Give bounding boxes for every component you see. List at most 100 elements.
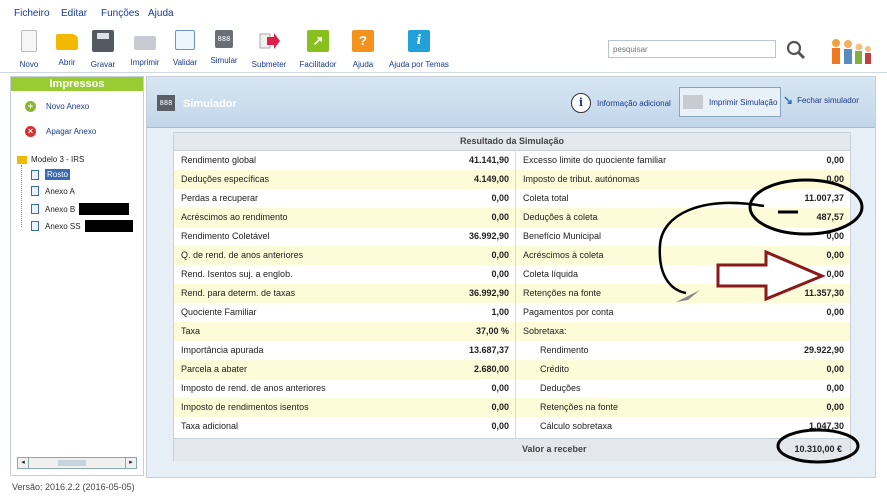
result-value: 0,00: [491, 383, 509, 393]
scroll-right-icon[interactable]: ▸: [125, 458, 136, 468]
result-row: Imposto de tribut. autónomas 0,00: [516, 170, 850, 189]
result-value: 13.687,37: [468, 345, 509, 355]
tree-item-anexo-b[interactable]: Anexo B: [31, 203, 130, 215]
help-by-topics-button[interactable]: i Ajuda por Temas: [387, 30, 451, 69]
result-value: 2.680,00: [473, 364, 509, 374]
result-label: Benefício Municipal: [523, 231, 602, 241]
result-row: Retenções na fonte 0,00: [516, 398, 850, 417]
result-row: Taxa adicional 0,00: [174, 417, 515, 436]
help-label: Ajuda: [352, 60, 374, 69]
result-row: Pagamentos por conta 0,00: [516, 303, 850, 322]
redaction-bar: [84, 220, 133, 232]
print-button[interactable]: Imprimir: [129, 30, 161, 67]
submit-arrow-icon: [258, 30, 280, 52]
result-row: Acréscimos ao rendimento 0,00: [174, 208, 515, 227]
delete-annex-button[interactable]: × Apagar Anexo: [25, 126, 96, 137]
menu-bar: Ficheiro Editar Funções Ajuda: [0, 0, 887, 22]
result-value: 0,00: [491, 402, 509, 412]
result-label: Imposto de rendimentos isentos: [181, 402, 309, 412]
result-label: Perdas a recuperar: [181, 193, 259, 203]
scroll-left-icon[interactable]: ◂: [18, 458, 29, 468]
save-disk-icon: [92, 30, 114, 52]
result-value: 36.992,90: [468, 231, 509, 241]
result-value: 0,00: [826, 269, 844, 279]
simulator-title: Simulador: [183, 98, 237, 110]
result-label: Parcela a abater: [181, 364, 248, 374]
help-by-topics-label: Ajuda por Temas: [389, 60, 449, 69]
simulate-calculator-icon: 888: [215, 30, 233, 48]
validate-button[interactable]: Validar: [172, 30, 198, 67]
total-row: Valor a receber 10.310,00 €: [174, 438, 850, 461]
simulate-button[interactable]: 888 Simular: [210, 30, 238, 65]
result-label: Imposto de rend. de anos anteriores: [181, 383, 326, 393]
new-annex-label: Novo Anexo: [46, 102, 90, 111]
result-row: Rendimento Coletável 36.992,90: [174, 227, 515, 246]
tree-line: [21, 165, 23, 227]
facilitator-button[interactable]: ↗ Facilitador: [299, 30, 337, 69]
close-simulator-button[interactable]: ↘ Fechar simulador: [783, 93, 859, 107]
submit-button[interactable]: Submeter: [251, 30, 287, 69]
menu-funcoes[interactable]: Funções: [101, 8, 139, 19]
result-label: Taxa: [181, 326, 201, 336]
printer-icon: [683, 95, 703, 109]
result-value: 4.149,00: [473, 174, 509, 184]
form-file-icon: [31, 221, 39, 231]
result-row: Crédito 0,00: [516, 360, 850, 379]
result-row: Deduções 0,00: [516, 379, 850, 398]
result-label: Retenções na fonte: [540, 402, 619, 412]
results-panel: Resultado da Simulação Rendimento global…: [173, 132, 851, 461]
result-label: Pagamentos por conta: [523, 307, 614, 317]
menu-ajuda[interactable]: Ajuda: [148, 8, 174, 19]
additional-info-button[interactable]: i Informação adicional: [571, 93, 671, 113]
result-value: 11.007,37: [804, 193, 844, 203]
info-icon: i: [408, 30, 430, 52]
result-row: Acréscimos à coleta 0,00: [516, 246, 850, 265]
search-icon[interactable]: [786, 40, 806, 60]
validate-checklist-icon: [175, 30, 195, 50]
open-button[interactable]: Abrir: [53, 30, 81, 67]
result-label: Taxa adicional: [181, 421, 239, 431]
new-button[interactable]: Novo: [18, 30, 40, 69]
result-row: Rend. para determ. de taxas 36.992,90: [174, 284, 515, 303]
scroll-thumb[interactable]: [58, 460, 86, 466]
open-label: Abrir: [58, 58, 76, 67]
submit-label: Submeter: [251, 60, 287, 69]
simulator-calculator-icon: 888: [157, 95, 175, 111]
tree-item-anexo-a[interactable]: Anexo A: [31, 186, 75, 196]
help-button[interactable]: ? Ajuda: [350, 30, 376, 69]
help-question-icon: ?: [352, 30, 374, 52]
horizontal-scrollbar[interactable]: ◂ ▸: [17, 457, 137, 469]
print-simulation-label: Imprimir Simulação: [709, 97, 778, 107]
result-label: Acréscimos ao rendimento: [181, 212, 288, 222]
result-value: 37,00 %: [475, 326, 509, 336]
menu-editar[interactable]: Editar: [61, 8, 87, 19]
family-people-icon: [828, 37, 872, 65]
new-document-icon: [21, 30, 37, 52]
forms-panel-title: Impressos: [11, 77, 143, 91]
save-button[interactable]: Gravar: [89, 30, 117, 69]
result-value: 0,00: [491, 250, 509, 260]
menu-ficheiro[interactable]: Ficheiro: [14, 8, 50, 19]
version-label: Versão: 2016.2.2 (2016-05-05): [12, 482, 135, 492]
result-row: Imposto de rendimentos isentos 0,00: [174, 398, 515, 417]
result-value: 0,00: [826, 155, 844, 165]
result-row: Deduções específicas 4.149,00: [174, 170, 515, 189]
result-value: 487,57: [816, 212, 844, 222]
tree-item-anexo-ss[interactable]: Anexo SS: [31, 220, 133, 232]
tree-item-rosto[interactable]: Rosto: [31, 169, 70, 180]
result-label: Rendimento Coletável: [181, 231, 270, 241]
tree-item-label: Rosto: [45, 169, 70, 180]
search-input[interactable]: [608, 40, 776, 58]
new-label: Novo: [19, 60, 39, 69]
info-circle-icon: i: [571, 93, 591, 113]
column-divider: [515, 151, 516, 438]
result-row: Deduções à coleta 487,57: [516, 208, 850, 227]
result-row: Perdas a recuperar 0,00: [174, 189, 515, 208]
add-icon: +: [25, 101, 36, 112]
tree-item-label: Anexo A: [45, 186, 75, 196]
tree-root-model3[interactable]: Modelo 3 - IRS: [17, 155, 84, 164]
result-value: 0,00: [491, 212, 509, 222]
result-label: Deduções: [540, 383, 581, 393]
print-simulation-button[interactable]: Imprimir Simulação: [679, 87, 782, 117]
new-annex-button[interactable]: + Novo Anexo: [25, 101, 89, 112]
